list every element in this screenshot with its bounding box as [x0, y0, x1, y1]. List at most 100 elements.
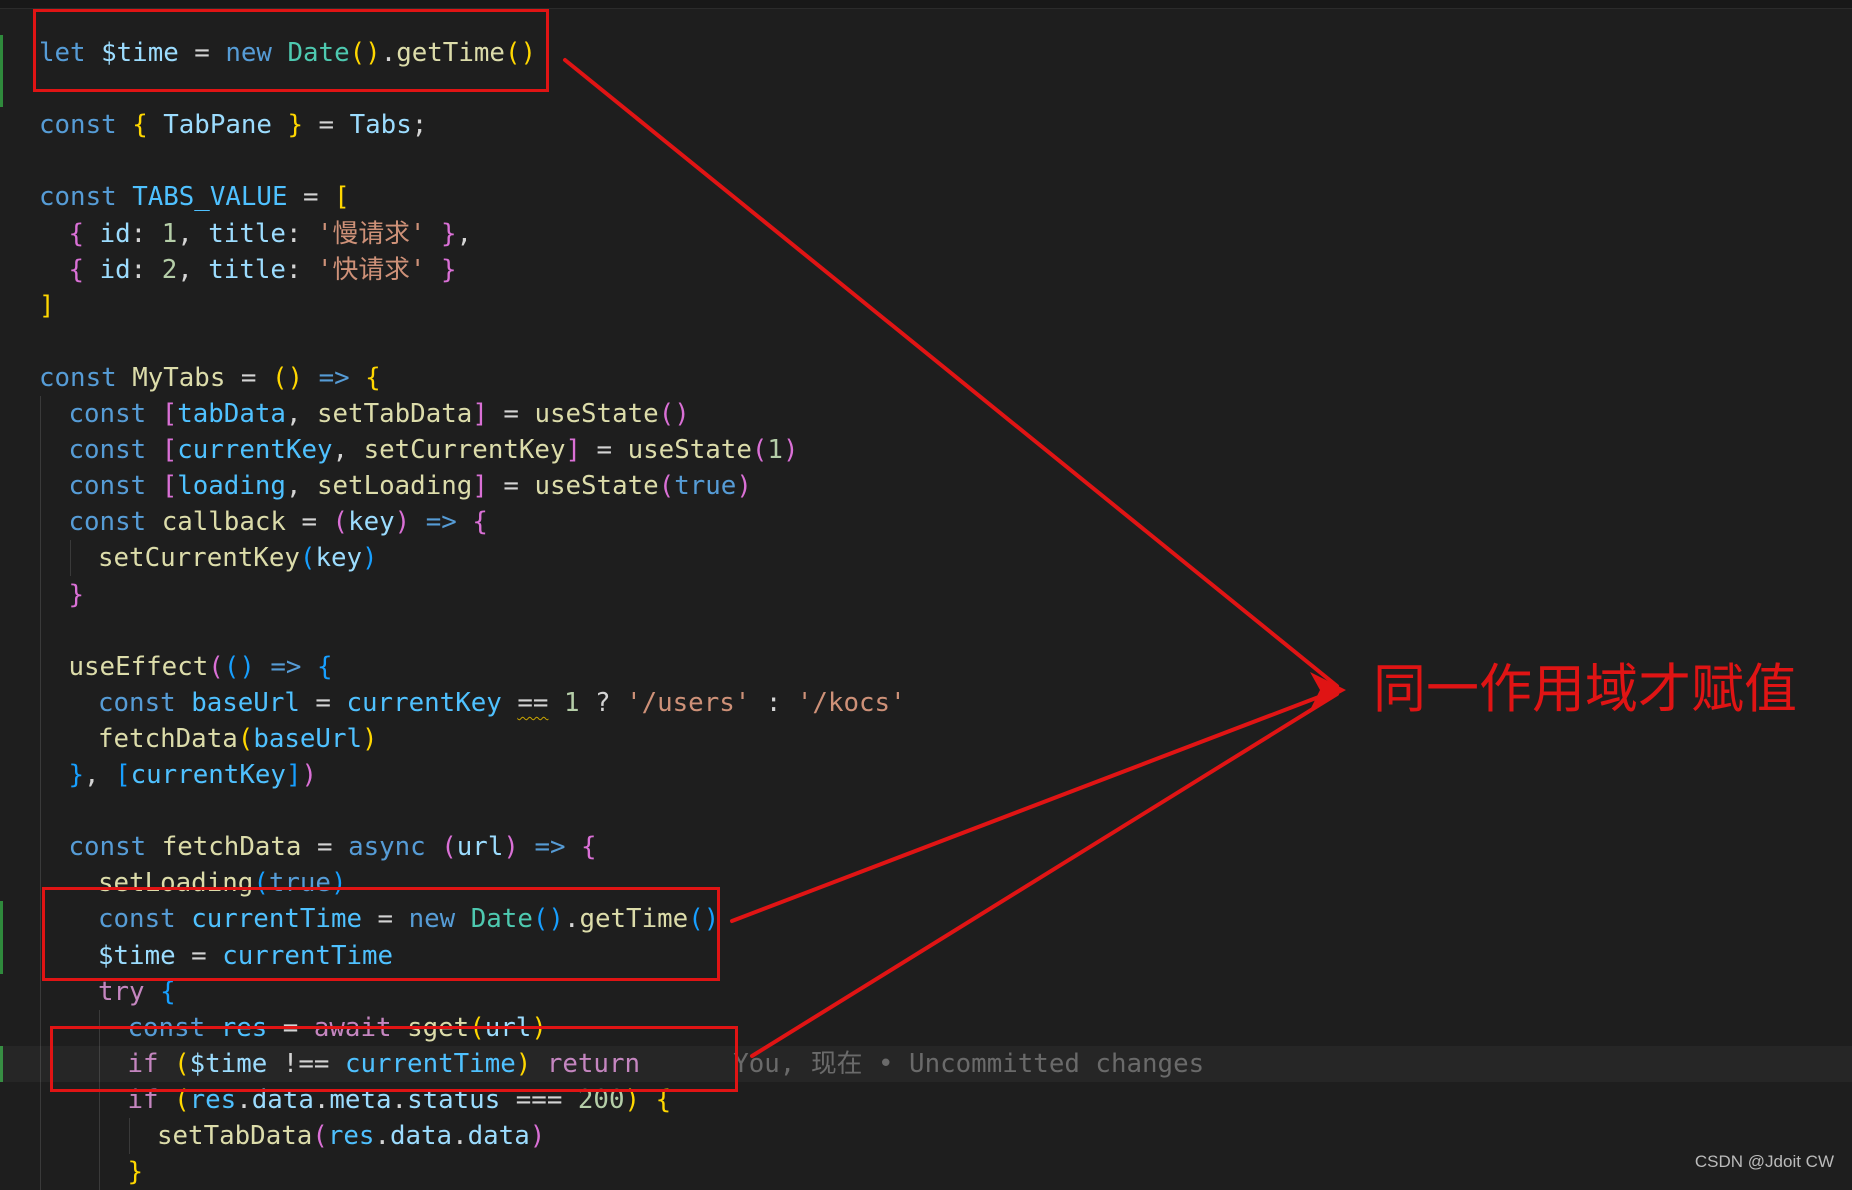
code-editor[interactable]: let $time = new Date().getTime() const { …: [0, 0, 1852, 1190]
code-token: const: [68, 435, 162, 466]
code-token: 1: [767, 435, 783, 466]
code-token: .: [374, 1121, 390, 1151]
code-token: ): [529, 1121, 546, 1151]
code-token: MyTabs: [132, 362, 226, 393]
code-token: (: [332, 507, 349, 538]
code-line[interactable]: const { TabPane } = Tabs;: [0, 107, 427, 143]
code-line[interactable]: { id: 1, title: '慢请求' },: [0, 216, 473, 252]
code-token: const: [68, 507, 162, 538]
annotation-box-assignment: [42, 887, 720, 981]
code-token: TABS_VALUE: [132, 182, 288, 213]
code-token: 1: [161, 218, 178, 249]
code-token: =>: [318, 362, 350, 393]
code-line[interactable]: [0, 143, 39, 179]
code-token: true: [674, 471, 737, 502]
code-line[interactable]: setCurrentKey(key): [0, 540, 378, 576]
code-line[interactable]: ]: [0, 288, 55, 324]
code-token: '/users': [626, 687, 751, 718]
code-token: url: [456, 832, 504, 863]
code-token: setCurrentKey: [363, 435, 566, 466]
code-token: setTabData: [157, 1121, 313, 1151]
code-token: =>: [270, 651, 302, 682]
code-token: currentKey: [346, 687, 502, 718]
code-token: ): [301, 760, 317, 790]
code-token: (: [751, 435, 768, 466]
code-token: useState: [534, 471, 659, 502]
code-line[interactable]: { id: 2, title: '快请求' }: [0, 252, 457, 288]
code-line[interactable]: [0, 324, 39, 360]
code-token: title: [208, 218, 286, 249]
code-line[interactable]: [0, 613, 39, 649]
code-token: =: [487, 399, 535, 429]
code-token: Tabs: [349, 110, 412, 141]
code-token: key: [348, 507, 395, 538]
code-line[interactable]: const fetchData = async (url) => {: [0, 829, 597, 865]
code-token: useState: [627, 435, 752, 466]
code-token: setLoading: [317, 471, 473, 502]
code-line[interactable]: const TABS_VALUE = [: [0, 179, 350, 215]
code-token: const: [39, 182, 133, 213]
code-line[interactable]: const MyTabs = () => {: [0, 360, 381, 396]
code-token: (: [299, 543, 316, 574]
code-token: =: [487, 471, 535, 502]
code-token: const: [98, 687, 192, 718]
code-line[interactable]: }: [0, 1154, 144, 1190]
code-token: {: [472, 507, 488, 538]
code-token: ==: [517, 687, 549, 718]
code-token: =: [581, 435, 628, 466]
code-token: =>: [425, 507, 457, 538]
code-token: (: [441, 832, 457, 863]
code-token: {: [160, 976, 176, 1007]
code-token: '慢请求': [317, 218, 426, 249]
code-line[interactable]: const callback = (key) => {: [0, 504, 488, 540]
code-token: ]: [285, 760, 302, 790]
code-token: {: [365, 362, 381, 393]
code-token: ): [362, 543, 378, 574]
code-token: async: [348, 832, 442, 863]
code-line[interactable]: fetchData(baseUrl): [0, 721, 378, 757]
code-token: [: [161, 471, 178, 502]
code-line[interactable]: [0, 793, 39, 829]
code-token: {: [132, 110, 148, 141]
code-token: useState: [534, 399, 659, 429]
code-line[interactable]: }, [currentKey]): [0, 757, 318, 793]
code-line[interactable]: setTabData(res.data.data): [0, 1118, 545, 1154]
code-token: '快请求': [317, 254, 426, 285]
code-token: ,: [285, 471, 317, 502]
code-token: }: [68, 579, 85, 610]
code-token: 1: [563, 687, 580, 718]
code-line[interactable]: const [currentKey, setCurrentKey] = useS…: [0, 432, 799, 468]
code-token: ): [394, 507, 411, 538]
code-line[interactable]: }: [0, 577, 85, 613]
code-token: (: [658, 471, 675, 502]
code-line[interactable]: const [tabData, setTabData] = useState(): [0, 396, 690, 432]
code-token: useEffect: [68, 651, 209, 682]
code-token: ): [736, 471, 752, 502]
code-token: =: [225, 362, 272, 393]
code-token: ]: [565, 435, 582, 466]
code-token: fetchData: [161, 832, 302, 863]
code-token: const: [68, 399, 162, 429]
code-line[interactable]: const baseUrl = currentKey == 1 ? '/user…: [0, 685, 906, 721]
editor-top-strip: [0, 0, 1852, 9]
code-token: data: [389, 1121, 453, 1151]
code-token: data: [467, 1121, 530, 1151]
code-token: (): [271, 362, 304, 393]
code-token: {: [581, 832, 597, 863]
code-token: }: [440, 218, 457, 249]
code-token: =: [287, 182, 335, 213]
code-token: ]: [472, 471, 488, 502]
code-line[interactable]: useEffect(() => {: [0, 649, 333, 685]
code-token: ]: [472, 399, 488, 429]
code-token: [: [115, 760, 131, 790]
code-line[interactable]: const [loading, setLoading] = useState(t…: [0, 468, 752, 504]
code-token: =>: [534, 832, 566, 863]
code-token: ,: [84, 760, 116, 790]
